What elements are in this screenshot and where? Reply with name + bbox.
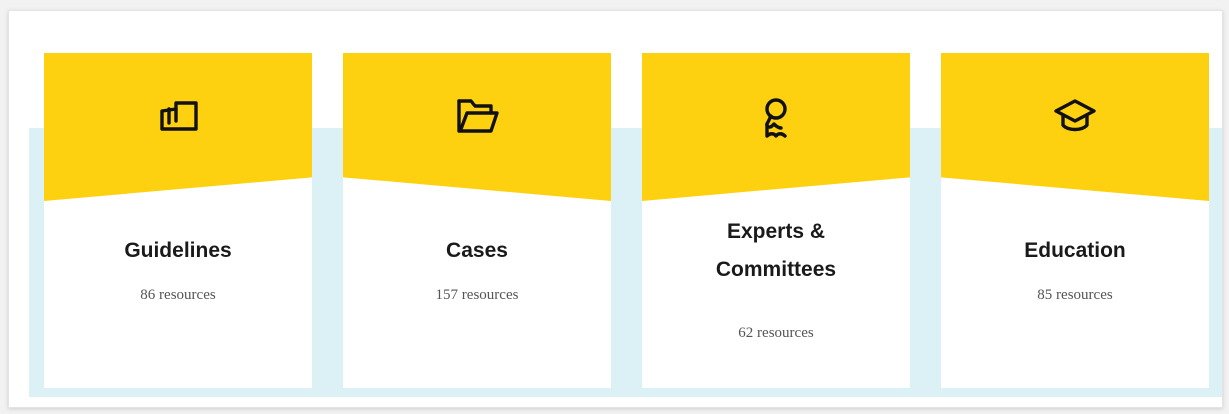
card-title: Guidelines [124,239,232,262]
card-resource-count: 85 resources [1037,287,1113,303]
card-guidelines[interactable]: Guidelines 86 resources [44,53,312,388]
card-resource-count: 62 resources [738,325,814,341]
graduation-cap-icon [1049,91,1101,143]
card-experts-committees[interactable]: Experts & Committees 62 resources [642,53,910,388]
person-badge-icon [750,91,802,143]
card-education[interactable]: Education 85 resources [941,53,1209,388]
folder-icon [451,91,503,143]
card-resource-count: 86 resources [140,287,216,303]
card-title-line-1: Experts & [726,220,826,243]
card-title-line-2: Committees [715,258,837,281]
resource-categories-panel: Guidelines 86 resources Cases 157 resour… [8,10,1223,408]
card-title: Education [1024,239,1126,262]
card-title: Cases [446,239,508,262]
open-book-icon [152,91,204,143]
card-cases[interactable]: Cases 157 resources [343,53,611,388]
card-resource-count: 157 resources [435,287,519,303]
